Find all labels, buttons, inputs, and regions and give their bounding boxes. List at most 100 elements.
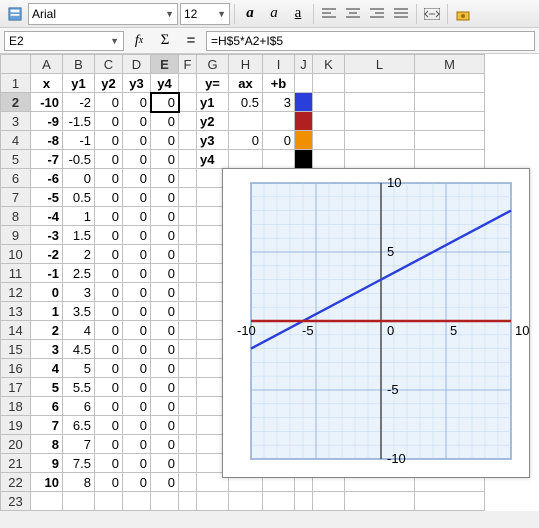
cell[interactable]: 0 [95,188,123,207]
cell[interactable] [179,340,197,359]
cell[interactable]: 6 [63,397,95,416]
cell[interactable] [197,492,229,511]
cell[interactable]: 0 [151,112,179,131]
cell[interactable]: 0 [151,340,179,359]
cell[interactable]: 0 [151,131,179,150]
cell[interactable]: 0 [95,340,123,359]
cell[interactable]: 0 [123,321,151,340]
cell[interactable] [151,492,179,511]
row-header[interactable]: 2 [1,93,31,112]
column-header[interactable]: D [123,55,151,74]
align-left-button[interactable] [318,3,340,25]
cell[interactable]: 0 [123,397,151,416]
cell[interactable]: 0 [123,226,151,245]
cell[interactable]: 0 [151,435,179,454]
cell[interactable]: 0 [95,131,123,150]
cell[interactable]: 0 [123,245,151,264]
cell[interactable] [179,131,197,150]
cell[interactable]: 0 [95,264,123,283]
cell[interactable] [179,93,197,112]
cell[interactable] [345,74,415,93]
align-justify-button[interactable] [390,3,412,25]
cell[interactable] [415,74,485,93]
cell[interactable]: 7 [31,416,63,435]
cell[interactable] [263,112,295,131]
cell[interactable]: 0 [123,283,151,302]
cell[interactable]: 0 [123,378,151,397]
row-header[interactable]: 5 [1,150,31,169]
cell[interactable]: 0 [95,283,123,302]
row-header[interactable]: 13 [1,302,31,321]
cell[interactable]: 0 [95,302,123,321]
cell[interactable]: 10 [31,473,63,492]
cell[interactable] [179,302,197,321]
cell[interactable]: 0 [123,416,151,435]
function-wizard-button[interactable]: fx [128,30,150,52]
cell[interactable]: 8 [31,435,63,454]
cell[interactable] [313,150,345,169]
cell[interactable]: 3.5 [63,302,95,321]
underline-button[interactable]: a [287,3,309,25]
cell[interactable]: 0 [95,245,123,264]
merge-cells-button[interactable] [421,3,443,25]
cell[interactable] [263,150,295,169]
cell[interactable] [95,492,123,511]
cell[interactable]: 0.5 [63,188,95,207]
cell[interactable]: 8 [63,473,95,492]
cell[interactable]: 0 [151,150,179,169]
row-header[interactable]: 17 [1,378,31,397]
cell[interactable]: 3 [63,283,95,302]
cell[interactable]: 0 [123,359,151,378]
column-header[interactable]: G [197,55,229,74]
cell[interactable]: 5.5 [63,378,95,397]
cell[interactable]: 1 [63,207,95,226]
cell[interactable] [345,112,415,131]
cell[interactable]: 0 [151,207,179,226]
cell[interactable] [313,74,345,93]
cell[interactable]: 9 [31,454,63,473]
cell[interactable]: 0 [123,340,151,359]
sum-button[interactable]: Σ [154,30,176,52]
cell[interactable] [179,492,197,511]
cell[interactable] [179,169,197,188]
cell[interactable]: 0 [151,416,179,435]
cell[interactable]: 0 [95,169,123,188]
cell[interactable] [179,283,197,302]
cell[interactable] [345,492,415,511]
cell[interactable]: y2 [95,74,123,93]
color-swatch-cell[interactable] [295,150,313,169]
cell[interactable] [415,150,485,169]
column-header[interactable]: K [313,55,345,74]
row-header[interactable]: 22 [1,473,31,492]
cell[interactable]: 4 [63,321,95,340]
chart-object[interactable]: -10-50510-10-5510 [222,168,530,478]
align-center-button[interactable] [342,3,364,25]
currency-button[interactable] [452,3,474,25]
cell[interactable]: 0 [95,226,123,245]
cell[interactable]: 6 [31,397,63,416]
cell[interactable]: 5 [31,378,63,397]
cell[interactable]: y= [197,74,229,93]
cell[interactable] [179,378,197,397]
cell[interactable]: 0 [123,302,151,321]
cell[interactable]: 5 [63,359,95,378]
cell[interactable] [229,150,263,169]
cell[interactable]: -4 [31,207,63,226]
cell[interactable] [313,131,345,150]
cell[interactable]: 0 [151,169,179,188]
color-swatch-cell[interactable] [295,93,313,112]
cell[interactable]: -3 [31,226,63,245]
cell[interactable]: 0 [151,226,179,245]
column-header[interactable]: C [95,55,123,74]
align-right-button[interactable] [366,3,388,25]
column-header[interactable]: B [63,55,95,74]
cell[interactable]: -2 [31,245,63,264]
styles-button[interactable] [4,3,26,25]
cell[interactable] [179,397,197,416]
cell[interactable] [179,454,197,473]
cell[interactable]: 1.5 [63,226,95,245]
cell[interactable]: 1 [31,302,63,321]
cell[interactable]: 0 [95,378,123,397]
cell[interactable] [31,492,63,511]
cell[interactable] [179,112,197,131]
